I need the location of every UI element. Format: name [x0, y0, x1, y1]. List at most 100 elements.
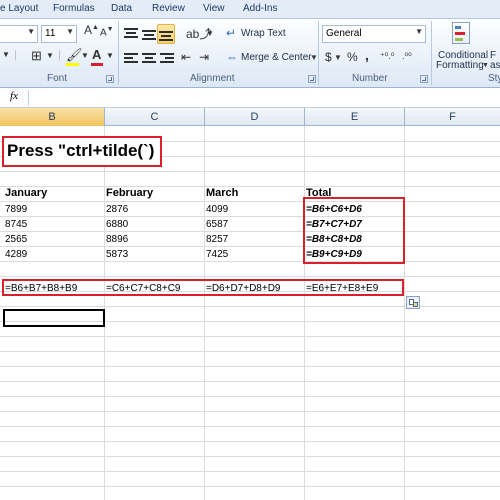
instruction-text: Press "ctrl+tilde(`): [7, 141, 155, 160]
chevron-down-icon[interactable]: ▼: [2, 51, 10, 59]
font-size-value: 11: [45, 28, 56, 39]
table-cell[interactable]: 4099: [206, 204, 228, 215]
gridline: [0, 396, 500, 397]
font-color-icon[interactable]: A: [92, 48, 101, 61]
active-cell-selection[interactable]: [3, 309, 105, 327]
table-cell[interactable]: 8257: [206, 234, 228, 245]
separator-mark: |: [14, 49, 17, 61]
gridline: [0, 201, 500, 202]
comma-style-icon[interactable]: ,: [365, 48, 369, 62]
formula-bar: fx: [0, 88, 500, 108]
number-dialog-launcher[interactable]: [420, 75, 428, 83]
tab-page-layout[interactable]: e Layout: [0, 3, 38, 14]
gridline: [304, 126, 305, 500]
table-cell[interactable]: 7899: [5, 204, 27, 215]
table-cell[interactable]: 7425: [206, 249, 228, 260]
shrink-font-icon[interactable]: A▼: [100, 26, 114, 38]
chevron-down-icon[interactable]: ▼: [81, 52, 89, 60]
gridline: [204, 126, 205, 500]
column-header-c[interactable]: C: [105, 108, 205, 126]
header-march[interactable]: March: [206, 187, 238, 199]
middle-align-icon[interactable]: [142, 28, 156, 40]
chevron-down-icon[interactable]: ▼: [206, 30, 214, 38]
instruction-callout: Press "ctrl+tilde(`): [2, 136, 162, 167]
formula-bar-divider: [28, 90, 29, 106]
chevron-down-icon[interactable]: ▼: [106, 52, 114, 60]
currency-icon[interactable]: $: [325, 51, 332, 63]
font-size-box[interactable]: 11 ▼: [41, 25, 77, 43]
column-header-e[interactable]: E: [305, 108, 405, 126]
gridline: [0, 276, 500, 277]
grow-font-icon[interactable]: A▲: [84, 24, 99, 36]
column-header-f[interactable]: F: [405, 108, 500, 126]
font-group-label: Font: [47, 73, 68, 84]
wrap-text-icon: ↵: [226, 26, 237, 40]
table-cell[interactable]: 4289: [5, 249, 27, 260]
chevron-down-icon[interactable]: ▼: [310, 54, 318, 62]
gridline: [0, 306, 500, 307]
gridline: [0, 411, 500, 412]
table-cell[interactable]: 8745: [5, 219, 27, 230]
increase-decimal-icon[interactable]: ⁺⁰.⁰: [380, 52, 394, 61]
gridline: [0, 486, 500, 487]
percent-icon[interactable]: %: [347, 51, 358, 63]
tab-data[interactable]: Data: [111, 3, 132, 14]
group-divider: [118, 21, 119, 85]
merge-center-icon: ⇔: [226, 50, 238, 64]
column-header-b[interactable]: B: [0, 108, 105, 126]
worksheet-grid[interactable]: B C D E F Press "ctrl+tilde(`) January F…: [0, 108, 500, 500]
format-as-table-partial-2: as: [490, 60, 500, 71]
table-cell[interactable]: 6880: [106, 219, 128, 230]
tab-add-ins[interactable]: Add-Ins: [243, 3, 277, 14]
increase-indent-icon[interactable]: ⇥: [199, 51, 209, 63]
table-cell[interactable]: 2876: [106, 204, 128, 215]
table-cell[interactable]: 5873: [106, 249, 128, 260]
chevron-down-icon: ▼: [66, 27, 74, 36]
paste-options-icon[interactable]: [406, 296, 420, 309]
styles-group-label: Sty: [488, 73, 500, 84]
gridline: [0, 261, 500, 262]
conditional-formatting-label-2: Formatting: [436, 60, 484, 71]
gridline: [404, 126, 405, 500]
align-center-icon[interactable]: [142, 53, 156, 65]
header-february[interactable]: February: [106, 187, 153, 199]
table-cell[interactable]: 6587: [206, 219, 228, 230]
decrease-decimal-icon[interactable]: .⁰⁰: [402, 52, 412, 61]
gridline: [0, 381, 500, 382]
insert-function-button[interactable]: fx: [4, 90, 24, 106]
font-color-swatch: [91, 63, 103, 66]
group-divider: [431, 21, 432, 85]
conditional-formatting-icon: [452, 22, 470, 44]
header-january[interactable]: January: [5, 187, 47, 199]
number-group-label: Number: [352, 73, 388, 84]
number-format-box[interactable]: General ▼: [322, 25, 426, 43]
tab-formulas[interactable]: Formulas: [53, 3, 95, 14]
table-cell[interactable]: 2565: [5, 234, 27, 245]
borders-icon[interactable]: ⊞: [31, 49, 42, 62]
gridline: [0, 456, 500, 457]
gridline: [0, 171, 500, 172]
gridline: [0, 186, 500, 187]
alignment-dialog-launcher[interactable]: [308, 75, 316, 83]
wrap-text-button[interactable]: Wrap Text: [241, 28, 286, 39]
font-name-box[interactable]: ▼: [0, 25, 38, 43]
tab-review[interactable]: Review: [152, 3, 185, 14]
decrease-indent-icon[interactable]: ⇤: [181, 51, 191, 63]
fill-color-swatch: [66, 63, 79, 66]
chevron-down-icon[interactable]: ▼: [482, 62, 489, 69]
chevron-down-icon[interactable]: ▼: [46, 52, 54, 60]
align-right-icon[interactable]: [160, 53, 174, 65]
number-format-value: General: [326, 28, 362, 39]
font-dialog-launcher[interactable]: [106, 75, 114, 83]
merge-center-button[interactable]: Merge & Center: [241, 52, 312, 63]
top-align-icon[interactable]: [124, 28, 138, 40]
chevron-down-icon[interactable]: ▼: [334, 54, 342, 62]
table-cell[interactable]: 8896: [106, 234, 128, 245]
gridline: [0, 246, 500, 247]
gridline: [0, 426, 500, 427]
tab-view[interactable]: View: [203, 3, 225, 14]
chevron-down-icon: ▼: [415, 27, 423, 36]
column-header-d[interactable]: D: [205, 108, 305, 126]
gridline: [0, 336, 500, 337]
align-left-icon[interactable]: [124, 53, 138, 65]
